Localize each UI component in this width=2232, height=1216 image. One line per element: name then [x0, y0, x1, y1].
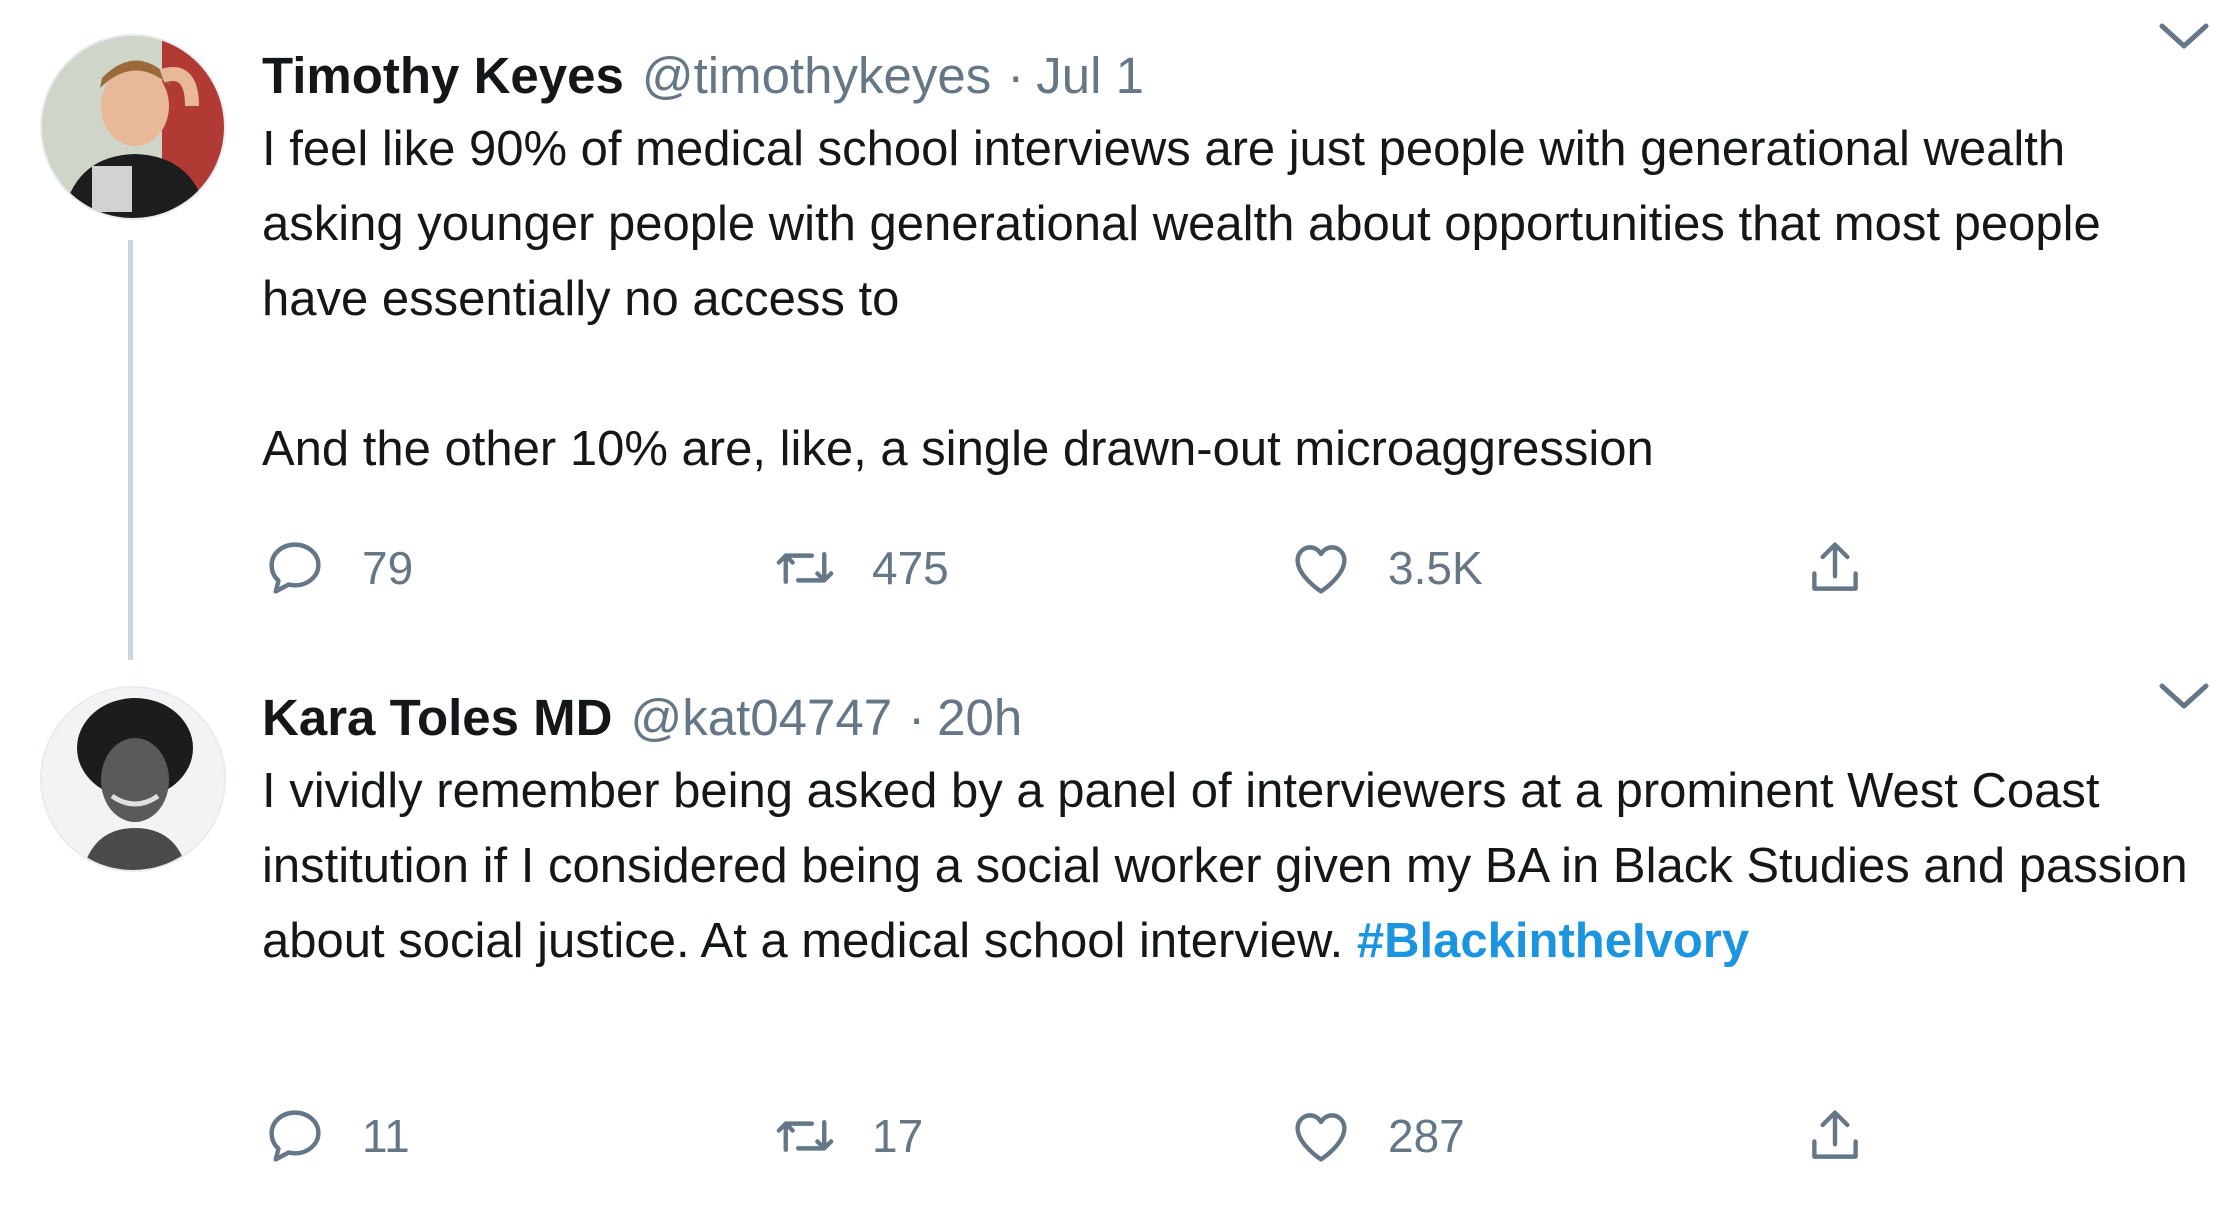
tweet-text: I vividly remember being asked by a pane… [262, 754, 2192, 979]
tweet-header: Kara Toles MD @kat04747 · 20h [262, 680, 2192, 754]
like-count: 3.5K [1388, 542, 1483, 594]
tweet-content: Timothy Keyes @timothykeyes · Jul 1 I fe… [262, 38, 2192, 487]
tweet[interactable]: Timothy Keyes @timothykeyes · Jul 1 I fe… [0, 0, 2232, 660]
like-count: 287 [1388, 1110, 1465, 1162]
reply-button[interactable]: 79 [262, 528, 413, 608]
tweet-thread: Timothy Keyes @timothykeyes · Jul 1 I fe… [0, 0, 2232, 1216]
reply-button[interactable]: 11 [262, 1096, 410, 1176]
share-button[interactable] [1802, 528, 1868, 608]
tweet-paragraph: And the other 10% are, like, a single dr… [262, 422, 1654, 476]
retweet-count: 475 [872, 542, 949, 594]
retweet-icon [776, 552, 834, 584]
retweet-button[interactable]: 17 [772, 1096, 923, 1176]
hashtag-link[interactable]: #BlackintheIvory [1357, 914, 1749, 968]
like-button[interactable]: 287 [1288, 1096, 1465, 1176]
retweet-count: 17 [872, 1110, 924, 1162]
heart-icon [1295, 1113, 1347, 1162]
heart-icon [1295, 545, 1347, 594]
user-handle[interactable]: @kat04747 [630, 688, 892, 747]
share-icon [1812, 1110, 1858, 1159]
tweet-paragraph: I vividly remember being asked by a pane… [262, 764, 2188, 968]
reply-count: 79 [362, 542, 414, 594]
share-icon [1812, 542, 1858, 591]
reply-icon [269, 542, 321, 594]
tweet-content: Kara Toles MD @kat04747 · 20h I vividly … [262, 680, 2192, 979]
tweet-header: Timothy Keyes @timothykeyes · Jul 1 [262, 38, 2192, 112]
chevron-down-icon[interactable] [2156, 16, 2212, 56]
retweet-button[interactable]: 475 [772, 528, 949, 608]
thread-connector-line [128, 240, 133, 660]
chevron-down-icon[interactable] [2156, 676, 2212, 716]
like-button[interactable]: 3.5K [1288, 528, 1483, 608]
tweet[interactable]: Kara Toles MD @kat04747 · 20h I vividly … [0, 660, 2232, 1216]
separator-dot: · [908, 688, 926, 746]
tweet-actions: 79 475 3.5K [262, 528, 1962, 608]
tweet-paragraph: I feel like 90% of medical school interv… [262, 122, 2101, 326]
tweet-timestamp[interactable]: Jul 1 [1036, 46, 1144, 105]
tweet-actions: 11 17 287 [262, 1096, 1962, 1176]
share-button[interactable] [1802, 1096, 1868, 1176]
display-name[interactable]: Kara Toles MD [262, 688, 612, 747]
separator-dot: · [1007, 46, 1025, 104]
avatar[interactable] [40, 686, 226, 872]
display-name[interactable]: Timothy Keyes [262, 46, 624, 105]
avatar-photo [42, 688, 224, 870]
reply-count: 11 [362, 1110, 410, 1162]
user-handle[interactable]: @timothykeyes [642, 46, 991, 105]
avatar[interactable] [40, 34, 226, 220]
retweet-icon [776, 1120, 834, 1152]
tweet-timestamp[interactable]: 20h [937, 688, 1022, 747]
reply-icon [269, 1110, 321, 1162]
avatar-photo [42, 36, 224, 218]
tweet-text: I feel like 90% of medical school interv… [262, 112, 2192, 487]
